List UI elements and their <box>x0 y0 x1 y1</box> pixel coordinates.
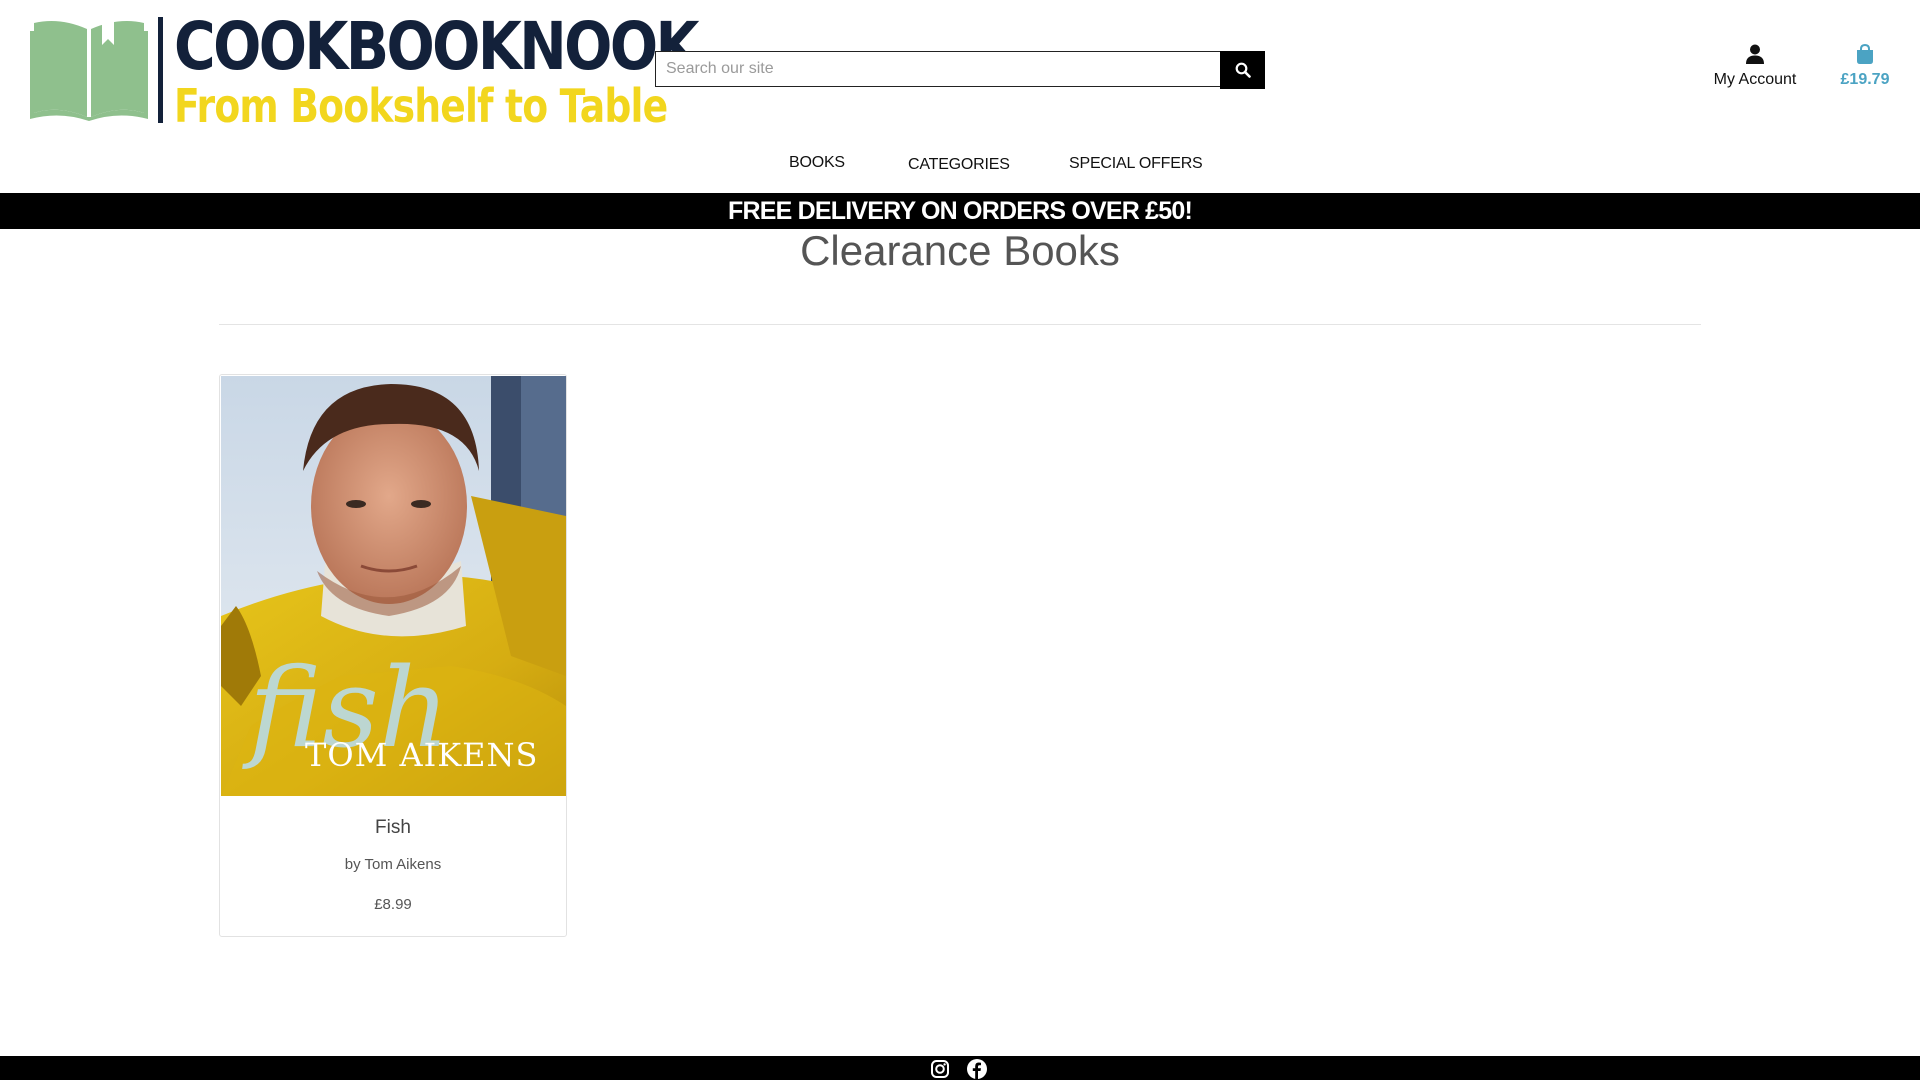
product-price: £8.99 <box>374 896 412 913</box>
logo-divider <box>158 17 163 123</box>
product-card[interactable]: fish TOM AIKENS Fish by Tom Aikens £8.99 <box>219 374 567 937</box>
open-book-icon <box>30 19 148 121</box>
footer <box>0 1056 1920 1080</box>
bag-total: £19.79 <box>1840 71 1890 88</box>
nav-special-offers[interactable]: Special Offers <box>1069 155 1203 173</box>
facebook-link[interactable] <box>967 1059 987 1079</box>
my-account-label: My Account <box>1713 71 1797 88</box>
page-title: Clearance Books <box>800 227 1120 274</box>
nav-categories[interactable]: Categories <box>908 156 1010 174</box>
my-account-link[interactable]: My Account <box>1700 44 1810 89</box>
search-input[interactable] <box>655 51 1220 87</box>
search-button[interactable] <box>1220 51 1265 89</box>
shopping-bag-icon <box>1857 43 1873 64</box>
user-icon <box>1746 44 1764 64</box>
book-cover-image[interactable]: fish TOM AIKENS <box>221 376 566 796</box>
logo-tagline: From Bookshelf to Table <box>174 79 668 133</box>
divider <box>219 324 1701 325</box>
search-icon <box>1235 62 1251 78</box>
logo-title: COOKBOOKNOOK <box>174 8 700 85</box>
instagram-icon <box>931 1060 949 1078</box>
main-nav: Books Categories Special Offers <box>0 151 1920 181</box>
search-form <box>655 51 1265 89</box>
delivery-banner: FREE DELIVERY ON ORDERS OVER £50! <box>0 193 1920 229</box>
site-logo[interactable]: COOKBOOKNOOK From Bookshelf to Table <box>30 10 700 133</box>
shopping-bag-link[interactable]: £19.79 <box>1830 43 1900 89</box>
product-author: by Tom Aikens <box>344 856 442 873</box>
facebook-icon <box>967 1059 987 1079</box>
product-title[interactable]: Fish <box>220 817 566 839</box>
nav-books[interactable]: Books <box>789 154 845 172</box>
cover-author-text: TOM AIKENS <box>305 736 538 774</box>
instagram-link[interactable] <box>930 1059 950 1079</box>
